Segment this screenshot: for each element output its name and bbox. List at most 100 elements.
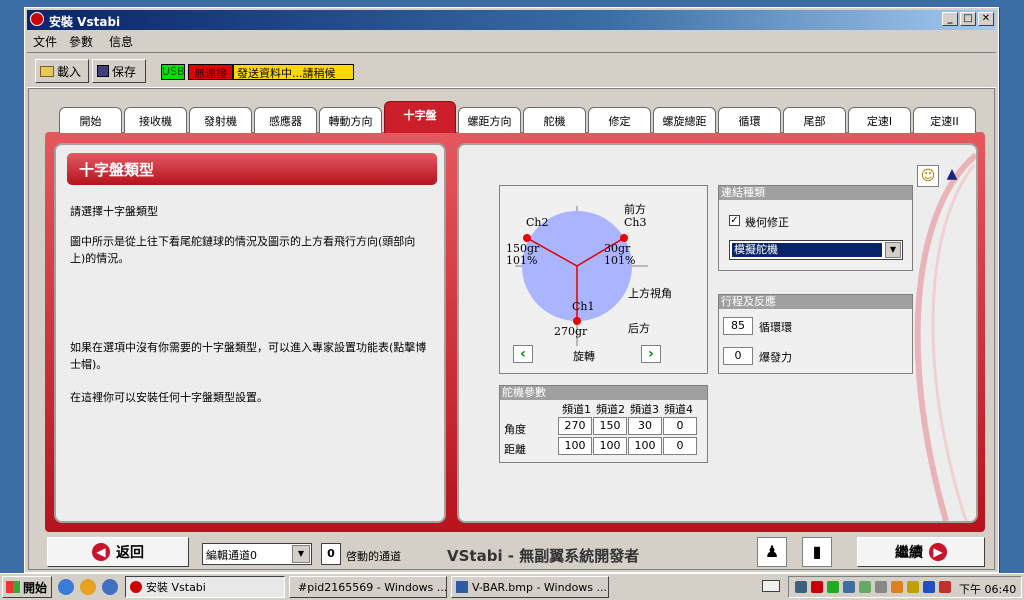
tab-governor-2[interactable]: 定速II — [913, 107, 976, 133]
link-type-group: 連結種類 ✓ 幾何修正 模擬舵機 ▼ — [718, 185, 913, 271]
start-button[interactable]: 開始 — [2, 576, 52, 598]
tab-start[interactable]: 開始 — [59, 107, 122, 133]
swashplate-diagram: 前方 Ch2 Ch3 150gr 101% 30gr 101% 上方視角 Ch1… — [499, 185, 708, 374]
folder-icon — [40, 65, 54, 77]
usb-status-badge: USB — [161, 64, 185, 80]
alert-icon[interactable] — [939, 581, 951, 593]
tab-pitch-direction[interactable]: 螺距方向 — [458, 107, 521, 133]
back-button[interactable]: ◀ 返回 — [47, 537, 189, 567]
bluetooth-icon[interactable] — [923, 581, 935, 593]
rear-label: 后方 — [628, 322, 650, 335]
burst-power-label: 爆發力 — [759, 351, 792, 364]
title-bar[interactable]: 安裝 Vstabi _ □ ✕ — [27, 10, 996, 30]
distance-ch2-input[interactable]: 100 — [593, 437, 627, 455]
edit-channel-select[interactable]: 編輯通道0 ▼ — [202, 543, 312, 565]
active-channel-label: 啓動的通道 — [346, 550, 401, 563]
distance-ch1-input[interactable]: 100 — [558, 437, 592, 455]
active-channel-count: 0 — [321, 543, 341, 565]
app-icon — [30, 12, 44, 26]
menu-params[interactable]: 參數 — [69, 33, 93, 50]
cycle-ring-input[interactable]: 85 — [723, 317, 753, 335]
maximize-button[interactable]: □ — [960, 12, 976, 26]
rotate-left-button[interactable]: ‹ — [513, 345, 533, 363]
task-browser[interactable]: #pid2165569 - Windows ... — [289, 576, 447, 598]
load-button[interactable]: 載入 — [35, 59, 89, 83]
volume-icon[interactable] — [907, 581, 919, 593]
row-label-distance: 距離 — [504, 443, 526, 456]
doctor-hat-icon[interactable]: ▲ — [943, 165, 961, 183]
menu-bar: 文件 參數 信息 — [27, 30, 996, 50]
toolbar: 載入 保存 USB 無連接 發送資料中...請稍候 — [27, 52, 996, 88]
tray-app-icon[interactable] — [859, 581, 871, 593]
tab-collective-pitch[interactable]: 螺旋總距 — [653, 107, 716, 133]
brand-label: VStabi - 無副翼系統開發者 — [447, 547, 640, 565]
clock[interactable]: 下午 06:40 — [959, 581, 1016, 597]
tab-servo[interactable]: 舵機 — [523, 107, 586, 133]
front-label: 前方 — [624, 203, 646, 216]
rotate-right-button[interactable]: › — [641, 345, 661, 363]
info-text-3: 如果在選項中沒有你需要的十字盤類型，可以進入專家設置功能表(點擊博士帽)。 — [70, 341, 427, 371]
task-vstabi[interactable]: 安裝 Vstabi — [125, 576, 285, 598]
ch3-label: Ch3 — [624, 216, 647, 229]
joystick-icon[interactable]: ♟ — [757, 537, 787, 567]
tab-receiver[interactable]: 接收機 — [124, 107, 187, 133]
smiley-icon[interactable]: ☺ — [917, 165, 939, 187]
angle-ch1-input[interactable]: 270 — [558, 417, 592, 435]
servo-params-group: 舵機參數 頻道1 頻道2 頻道3 頻道4 角度 270 150 30 0 距離 … — [499, 385, 708, 463]
angle-ch4-input[interactable]: 0 — [663, 417, 697, 435]
image-icon — [456, 581, 468, 593]
task-image-viewer[interactable]: V-BAR.bmp - Windows ... — [451, 576, 609, 598]
minimize-button[interactable]: _ — [942, 12, 958, 26]
tab-swashplate[interactable]: 十字盤 — [384, 101, 456, 133]
security-icon[interactable] — [811, 581, 823, 593]
header-ch3: 頻道3 — [630, 403, 659, 416]
tab-tail[interactable]: 尾部 — [783, 107, 846, 133]
antivirus-icon[interactable] — [891, 581, 903, 593]
dropdown-arrow-icon[interactable]: ▼ — [292, 545, 310, 563]
monitor-icon[interactable] — [843, 581, 855, 593]
close-button[interactable]: ✕ — [978, 12, 994, 26]
ie-icon[interactable] — [58, 579, 74, 595]
main-area: 開始 接收機 發射機 感應器 轉動方向 十字盤 螺距方向 舵機 修定 螺旋總距 … — [28, 88, 995, 570]
windows-logo-icon — [6, 581, 20, 593]
angle-ch3-input[interactable]: 30 — [628, 417, 662, 435]
angle-ch2-input[interactable]: 150 — [593, 417, 627, 435]
menu-file[interactable]: 文件 — [33, 33, 57, 50]
travel-response-title: 行程及反應 — [719, 295, 912, 309]
settings-panel: ☺ ▲ 前方 Ch2 Ch3 150gr 101% 30gr 101% 上方視角… — [457, 143, 978, 523]
tab-rotation-direction[interactable]: 轉動方向 — [319, 107, 382, 133]
usb-icon[interactable] — [875, 581, 887, 593]
tab-trim[interactable]: 修定 — [588, 107, 651, 133]
keyboard-icon[interactable] — [762, 580, 780, 592]
tab-cyclic[interactable]: 循環 — [718, 107, 781, 133]
tab-transmitter[interactable]: 發射機 — [189, 107, 252, 133]
connection-status-badge: 無連接 — [188, 64, 233, 80]
top-view-label: 上方視角 — [628, 287, 672, 300]
save-button[interactable]: 保存 — [92, 59, 146, 83]
rotate-label: 旋轉 — [573, 350, 595, 363]
tab-sensor[interactable]: 感應器 — [254, 107, 317, 133]
network-icon[interactable] — [795, 581, 807, 593]
distance-ch4-input[interactable]: 0 — [663, 437, 697, 455]
vstabi-icon — [130, 581, 142, 593]
dropdown-arrow-icon[interactable]: ▼ — [885, 242, 901, 258]
transmitter-icon[interactable]: ▮ — [802, 537, 832, 567]
servo-type-select[interactable]: 模擬舵機 ▼ — [729, 240, 903, 260]
ch3-percent: 101% — [604, 254, 636, 267]
continue-button[interactable]: 繼續 ▶ — [857, 537, 985, 567]
geometry-correction-label: 幾何修正 — [745, 216, 789, 229]
distance-ch3-input[interactable]: 100 — [628, 437, 662, 455]
burst-power-input[interactable]: 0 — [723, 347, 753, 365]
menu-info[interactable]: 信息 — [109, 33, 133, 50]
geometry-correction-checkbox[interactable]: ✓ — [729, 215, 740, 226]
travel-response-group: 行程及反應 85 循環環 0 爆發力 — [718, 294, 913, 374]
tab-governor-1[interactable]: 定速I — [848, 107, 911, 133]
header-ch4: 頻道4 — [664, 403, 693, 416]
ch2-percent: 101% — [506, 254, 538, 267]
quick-launch-icon[interactable] — [102, 579, 118, 595]
info-panel: 十字盤類型 請選擇十字盤類型 圖中所示是從上往下看尾舵鏈球的情況及圖示的上方看飛… — [54, 143, 446, 523]
info-text-1: 請選擇十字盤類型 — [70, 205, 158, 218]
p-icon[interactable] — [827, 581, 839, 593]
system-tray: 下午 06:40 — [788, 576, 1022, 598]
chrome-icon[interactable] — [80, 579, 96, 595]
